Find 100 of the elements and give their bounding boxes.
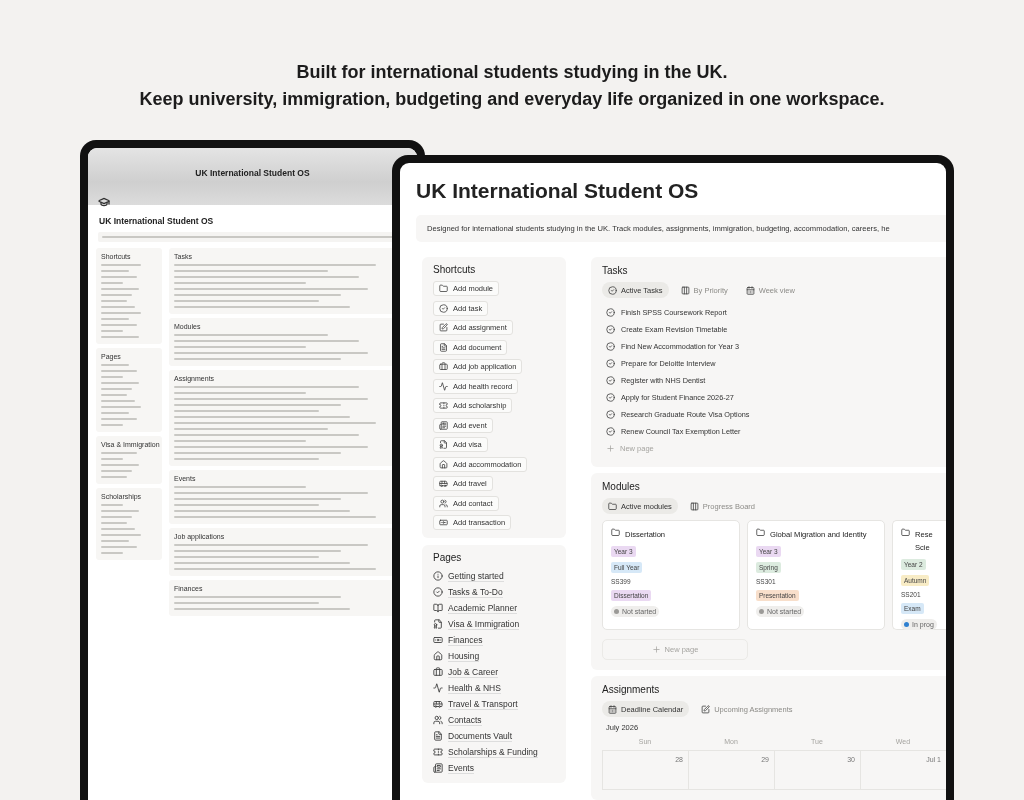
columns-icon — [689, 501, 699, 511]
blurred-text-line — [101, 306, 135, 308]
badge-document-icon — [433, 619, 443, 629]
check-circle-icon — [606, 393, 615, 402]
check-circle-icon — [606, 410, 615, 419]
blurred-text-line — [101, 470, 133, 472]
plus-icon — [606, 444, 615, 453]
calendar-icon — [745, 285, 755, 295]
check-circle-icon — [433, 587, 443, 597]
people-icon — [439, 498, 448, 508]
columns-icon — [680, 285, 690, 295]
card-title: Tasks — [602, 265, 629, 276]
card-title: Assignments — [602, 684, 661, 695]
blurred-text-line — [101, 394, 127, 396]
folder-icon — [439, 284, 448, 293]
blurred-text-line — [101, 452, 137, 454]
folder-icon — [901, 528, 910, 537]
page-title: UK International Student OS — [99, 216, 215, 226]
blurred-text-line — [101, 388, 133, 390]
blurred-text-line — [101, 406, 142, 408]
check-circle-icon — [608, 285, 617, 295]
page-link[interactable]: Health & NHS — [448, 682, 501, 694]
folder-icon — [611, 528, 620, 537]
bus-icon — [433, 699, 443, 709]
ticket-icon — [439, 401, 448, 410]
book-icon — [433, 603, 443, 613]
check-circle-icon — [606, 427, 615, 436]
blurred-text-line — [101, 458, 124, 460]
blurred-text-line — [101, 528, 135, 530]
blurred-text-line — [101, 276, 137, 278]
folder-icon — [756, 528, 765, 537]
blurred-text-line — [101, 424, 124, 426]
document-icon — [439, 342, 448, 352]
check-circle-icon — [606, 325, 615, 334]
blurred-text-line — [101, 264, 142, 266]
blurred-text-line — [101, 516, 133, 518]
pen-square-icon — [701, 704, 711, 714]
card-title: Modules — [602, 481, 641, 492]
blurred-text-line — [101, 382, 140, 384]
page-title: UK International Student OS — [416, 179, 700, 203]
blurred-text-line — [101, 370, 137, 372]
plus-icon — [651, 645, 661, 654]
blurred-text-line — [101, 324, 137, 326]
banner-title: UK International Student OS — [195, 168, 310, 180]
check-circle-icon — [606, 376, 615, 385]
blurred-text-line — [101, 418, 137, 420]
people-icon — [433, 715, 443, 725]
pen-square-icon — [439, 323, 448, 332]
house-icon — [439, 459, 448, 469]
graduation-cap-icon — [98, 196, 110, 208]
blurred-text-line — [101, 534, 142, 536]
bus-icon — [439, 479, 448, 488]
ticket-icon — [433, 747, 443, 757]
blurred-text-line — [101, 282, 124, 284]
page-link[interactable]: Getting started — [448, 570, 504, 582]
banknote-icon — [433, 635, 443, 645]
page-link[interactable]: Contacts — [448, 714, 482, 726]
page-link[interactable]: Scholarships & Funding — [448, 746, 538, 758]
blurred-text-line — [101, 294, 133, 296]
info-icon — [433, 571, 443, 581]
blurred-text-line — [101, 364, 129, 366]
house-icon — [433, 651, 443, 661]
blurred-text-line — [101, 522, 127, 524]
newspaper-icon — [433, 763, 443, 773]
card-title: Pages — [433, 552, 463, 563]
page-link[interactable]: Documents Vault — [448, 730, 513, 742]
page-link[interactable]: Tasks & To-Do — [448, 586, 503, 598]
briefcase-icon — [433, 667, 443, 677]
page-link[interactable]: Visa & Immigration — [448, 618, 520, 630]
blurred-text-line — [101, 318, 129, 320]
check-circle-icon — [606, 342, 615, 351]
blurred-text-line — [101, 476, 127, 478]
page-link[interactable]: Academic Planner — [448, 602, 517, 614]
blurred-text-line — [101, 540, 129, 542]
blurred-text-line — [101, 300, 127, 302]
blurred-text-line — [101, 270, 129, 272]
badge-document-icon — [439, 440, 448, 449]
page-link[interactable]: Travel & Transport — [448, 698, 518, 710]
blurred-text-line — [101, 546, 137, 548]
headline: Keep university, immigration, budgeting and everyday life organized in one workspace. — [139, 89, 885, 110]
calendar-icon — [608, 704, 617, 714]
blurred-text-line — [101, 288, 140, 290]
newspaper-icon — [439, 420, 448, 430]
blurred-text-line — [101, 400, 135, 402]
page-link[interactable]: Finances — [448, 634, 483, 646]
check-circle-icon — [606, 308, 615, 317]
blurred-text-line — [101, 510, 140, 512]
headline: Built for international students studying in the UK. — [296, 62, 728, 83]
activity-icon — [433, 683, 443, 693]
page-link[interactable]: Events — [448, 762, 474, 774]
banknote-icon — [439, 518, 448, 527]
blurred-text-line — [101, 312, 142, 314]
briefcase-icon — [439, 362, 448, 371]
blurred-text-line — [101, 464, 140, 466]
blurred-text-line — [101, 504, 124, 506]
page-link[interactable]: Job & Career — [448, 666, 499, 678]
page-link[interactable]: Housing — [448, 650, 480, 662]
blurred-text-line — [101, 412, 129, 414]
check-circle-icon — [606, 359, 615, 368]
document-icon — [433, 731, 443, 741]
